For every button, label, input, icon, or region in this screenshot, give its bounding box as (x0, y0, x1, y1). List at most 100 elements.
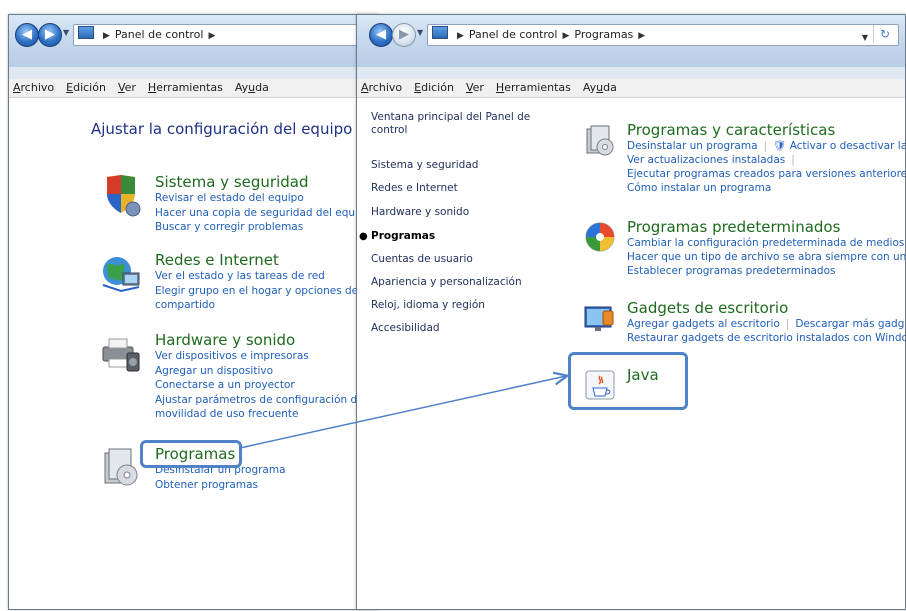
menu-edicion[interactable]: Edición (408, 79, 460, 97)
sidebar-item-programas[interactable]: ● Programas (359, 230, 551, 243)
links-row: Ver actualizaciones instaladas | (627, 153, 905, 167)
back-button[interactable]: ◀ (15, 23, 39, 47)
menu-ver[interactable]: Ver (460, 79, 490, 97)
breadcrumb-separator: ▶ (208, 31, 216, 41)
sidebar-item-ventana-principal[interactable]: Ventana principal del Panel de control (371, 111, 547, 137)
recent-pages-dropdown[interactable]: ▼ (417, 28, 423, 37)
link-conectar-proyector[interactable]: Conectarse a un proyector (155, 378, 364, 393)
link-copia-seguridad[interactable]: Hacer una copia de seguridad del equipo (155, 206, 371, 221)
link-agregar-dispositivo[interactable]: Agregar un dispositivo (155, 364, 364, 379)
control-panel-icon (78, 26, 94, 39)
back-button[interactable]: ◀ (369, 23, 393, 47)
highlight-java (568, 352, 688, 410)
sidebar-item-redes-internet[interactable]: Redes e Internet (371, 182, 551, 195)
programs-icon (104, 448, 138, 486)
sidebar-item-accesibilidad[interactable]: Accesibilidad (371, 322, 551, 335)
desktop-gadgets-icon (584, 306, 614, 331)
forward-button[interactable]: ▶ (38, 23, 62, 47)
separator: | (763, 140, 768, 152)
category-redes-internet: Redes e Internet Ver el estado y las tar… (102, 251, 377, 313)
navigation-bar: ◀ ▶ ▼ ▶ Panel de control ▶ Programas ▶ ▼ ↻ (363, 23, 899, 49)
menu-bar: Archivo Edición Ver Herramientas Ayuda (357, 79, 905, 98)
link-establecer-predeterminados[interactable]: Establecer programas predeterminados (627, 264, 905, 278)
menu-edicion[interactable]: Edición (60, 79, 112, 97)
link-obtener-programas[interactable]: Obtener programas (155, 478, 286, 493)
breadcrumb-separator: ▶ (562, 31, 570, 41)
category-title[interactable]: Gadgets de escritorio (627, 299, 905, 317)
menu-ayuda[interactable]: Ayuda (577, 79, 623, 97)
link-desinstalar-programa[interactable]: Desinstalar un programa (627, 140, 758, 152)
category-title[interactable]: Programas y características (627, 121, 905, 139)
category-hardware-sonido: Hardware y sonido Ver dispositivos e imp… (102, 331, 364, 422)
breadcrumb-programas[interactable]: Programas (574, 28, 633, 41)
separator: | (785, 318, 790, 330)
link-descargar-gadgets[interactable]: Descargar más gadgets en línea (795, 318, 905, 330)
sidebar-item-apariencia[interactable]: Apariencia y personalización (371, 276, 551, 289)
links-row: Desinstalar un programa | 🛡 Activar o desa… (627, 139, 905, 153)
link-revisar-estado[interactable]: Revisar el estado del equipo (155, 191, 371, 206)
category-gadgets-escritorio: Gadgets de escritorio Agregar gadgets al… (584, 299, 905, 345)
address-bar[interactable]: ▶ Panel de control ▶ (73, 24, 371, 46)
programs-features-icon (586, 125, 614, 156)
separator: | (791, 154, 795, 166)
breadcrumb-control-panel[interactable]: Panel de control (469, 28, 558, 41)
category-title[interactable]: Sistema y seguridad (155, 173, 371, 191)
link-ajustar-movilidad[interactable]: Ajustar parámetros de configuración de (155, 393, 364, 408)
address-history-dropdown[interactable]: ▼ (862, 28, 868, 45)
page-heading: Ajustar la configuración del equipo (91, 120, 353, 138)
link-buscar-problemas[interactable]: Buscar y corregir problemas (155, 220, 371, 235)
menu-archivo[interactable]: Archivo (9, 79, 60, 97)
sidebar-item-cuentas-usuario[interactable]: Cuentas de usuario (371, 253, 551, 266)
active-bullet: ● (359, 231, 368, 242)
menu-herramientas[interactable]: Herramientas (142, 79, 229, 97)
control-panel-icon (432, 26, 448, 39)
toolbar-strip (9, 67, 377, 79)
link-ver-actualizaciones[interactable]: Ver actualizaciones instaladas (627, 154, 785, 166)
link-ejecutar-versiones-anteriores[interactable]: Ejecutar programas creados para versione… (627, 167, 905, 181)
breadcrumb-separator: ▶ (457, 31, 464, 41)
navigation-bar: ◀ ▶ ▼ ▶ Panel de control ▶ (15, 23, 371, 49)
breadcrumb-separator: ▶ (638, 31, 646, 41)
title-bar: ◀ ▶ ▼ ▶ Panel de control ▶ Programas ▶ ▼ ↻ (357, 15, 905, 67)
network-globe-icon (102, 257, 140, 293)
forward-button[interactable]: ▶ (392, 23, 416, 47)
menu-ayuda[interactable]: Ayuda (229, 79, 275, 97)
link-ver-dispositivos[interactable]: Ver dispositivos e impresoras (155, 349, 364, 364)
link-grupo-hogar[interactable]: Elegir grupo en el hogar y opciones de u… (155, 284, 377, 299)
menu-archivo[interactable]: Archivo (357, 79, 408, 97)
link-activar-caracteristicas[interactable]: Activar o desactivar las características… (790, 140, 905, 152)
shield-icon (107, 175, 141, 217)
category-title[interactable]: Hardware y sonido (155, 331, 364, 349)
link-estado-red[interactable]: Ver el estado y las tareas de red (155, 269, 377, 284)
category-title[interactable]: Redes e Internet (155, 251, 377, 269)
control-panel-window-programs: ◀ ▶ ▼ ▶ Panel de control ▶ Programas ▶ ▼ ↻ A… (356, 14, 906, 610)
title-bar: ◀ ▶ ▼ ▶ Panel de control ▶ (9, 15, 377, 67)
menu-bar: Archivo Edición Ver Herramientas Ayuda (9, 79, 377, 98)
link-movilidad-frecuente[interactable]: movilidad de uso frecuente (155, 407, 364, 422)
link-como-instalar[interactable]: Cómo instalar un programa (627, 181, 905, 195)
sidebar-item-hardware-sonido[interactable]: Hardware y sonido (371, 206, 551, 219)
sidebar-item-sistema-seguridad[interactable]: Sistema y seguridad (371, 159, 551, 172)
refresh-icon[interactable]: ↻ (873, 25, 896, 43)
default-programs-icon (585, 222, 615, 252)
menu-ver[interactable]: Ver (112, 79, 142, 97)
breadcrumb-separator: ▶ (103, 31, 110, 41)
menu-herramientas[interactable]: Herramientas (490, 79, 577, 97)
address-bar[interactable]: ▶ Panel de control ▶ Programas ▶ ▼ ↻ (427, 24, 899, 46)
link-configuracion-medios[interactable]: Cambiar la configuración predeterminada … (627, 236, 905, 250)
link-restaurar-gadgets[interactable]: Restaurar gadgets de escritorio instalad… (627, 331, 905, 345)
category-sistema-seguridad: Sistema y seguridad Revisar el estado de… (107, 173, 371, 235)
breadcrumb-control-panel[interactable]: Panel de control (115, 28, 204, 41)
sidebar-item-label: Programas (371, 230, 436, 242)
highlight-programas (140, 440, 242, 468)
link-tipo-archivo[interactable]: Hacer que un tipo de archivo se abra sie… (627, 250, 905, 264)
sidebar-item-reloj-idioma[interactable]: Reloj, idioma y región (371, 299, 551, 312)
category-title[interactable]: Programas predeterminados (627, 218, 905, 236)
category-programas-predeterminados: Programas predeterminados Cambiar la con… (585, 218, 905, 278)
recent-pages-dropdown[interactable]: ▼ (63, 28, 69, 37)
link-agregar-gadgets[interactable]: Agregar gadgets al escritorio (627, 318, 780, 330)
link-compartido[interactable]: compartido (155, 298, 377, 313)
category-programas-caracteristicas: Programas y características Desinstalar … (586, 121, 905, 195)
links-row: Agregar gadgets al escritorio | Descargar … (627, 317, 905, 331)
toolbar-strip (357, 67, 905, 79)
